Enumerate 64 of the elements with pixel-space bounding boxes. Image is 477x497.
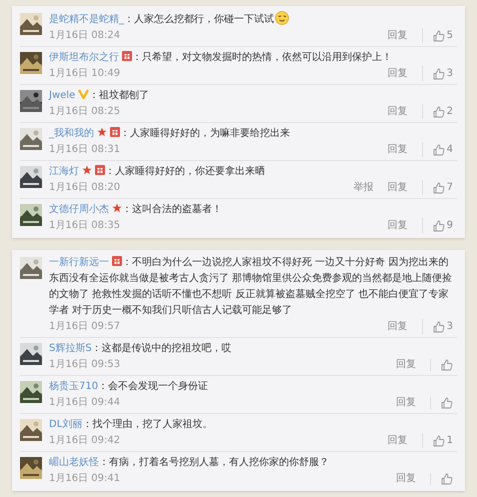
like-button[interactable]: [430, 396, 453, 408]
like-button[interactable]: [430, 472, 453, 484]
comment-text: DL刘丽：找个理由，挖了人家祖坟。: [49, 418, 214, 432]
comment-time: 1月16日 08:35: [49, 219, 120, 233]
like-button[interactable]: 4: [422, 142, 453, 157]
action-link[interactable]: 回复: [396, 395, 416, 410]
action-link[interactable]: 举报: [354, 180, 374, 195]
action-link[interactable]: 回复: [388, 142, 408, 157]
comment-text: 伊斯坦布尔之行 ：只希望，对文物发掘时的热情，依然可以沿用到保护上！: [49, 50, 393, 65]
thumbs-up-icon: [432, 144, 445, 156]
comment-time: 1月16日 09:57: [49, 320, 120, 334]
comment-time: 1月16日 09:42: [49, 434, 120, 448]
comment-time: 1月16日 10:49: [49, 67, 120, 81]
comment-text: Jwele ：祖坟都刨了: [49, 88, 150, 103]
thumbs-up-icon: [432, 320, 445, 332]
thumbs-up-icon: [432, 30, 445, 42]
gift-icon: [112, 256, 122, 266]
comment-text: S辉拉斯S：这都是传说中的挖祖坟吧，哎: [49, 342, 233, 356]
comment-time: 1月16日 09:53: [49, 358, 120, 372]
comment-time: 1月16日 08:24: [49, 29, 120, 43]
action-link[interactable]: 回复: [396, 357, 416, 372]
like-button[interactable]: 5: [422, 28, 453, 43]
comment-text: 江海灯 ：人家睡得好好的，你还要拿出来晒: [49, 164, 266, 179]
thumbs-up-icon: [441, 472, 453, 484]
star-icon: [112, 203, 122, 213]
like-button[interactable]: 2: [422, 104, 453, 119]
thumbs-up-icon: [432, 182, 445, 194]
comment-time: 1月16日 08:31: [49, 143, 120, 157]
like-button[interactable]: 3: [422, 66, 453, 81]
like-button[interactable]: 9: [422, 218, 453, 233]
like-button[interactable]: 1: [422, 433, 453, 448]
action-link[interactable]: 回复: [388, 433, 408, 448]
comment-time: 1月16日 08:20: [49, 181, 120, 195]
action-link[interactable]: 回复: [388, 28, 408, 43]
thumbs-up-icon: [432, 434, 445, 446]
thumbs-up-icon: [441, 358, 453, 370]
comment-text: _我和我的 ：人家睡得好好的，为嘛非要给挖出来: [49, 126, 291, 141]
action-link[interactable]: 回复: [388, 180, 408, 195]
action-link[interactable]: 回复: [388, 104, 408, 119]
comment-text: 是蛇精不是蛇精_：人家怎么挖都行，你碰一下试试: [49, 11, 457, 28]
comment-text: 一新行新远一 ：不明白为什么一边说挖人家祖坟不得好死 一边又十分好奇 因为挖出来的东西没有全运你就当做是被考古人贪污了 那博物馆里供公众免费参观的当然都是地上随便捡的文物了 抢救性发掘的话听不懂也不想听 反正就算被盗墓贼全挖空了 也不能白便宜了专家学者 对于历史一概不知我们只听信古人记载可能足够了: [49, 255, 454, 318]
verified-icon: [78, 89, 90, 99]
gift-icon: [95, 165, 105, 175]
star-icon: [97, 127, 107, 137]
thumbs-up-icon: [432, 220, 445, 232]
gift-icon: [110, 127, 120, 137]
comment-text: 杨贵玉710：会不会发现一个身份证: [49, 380, 210, 394]
comment-time: 1月16日 08:25: [49, 105, 120, 119]
action-link[interactable]: 回复: [388, 66, 408, 81]
comment-time: 1月16日 09:44: [49, 396, 120, 410]
thumbs-up-icon: [441, 396, 453, 408]
comment-time: 1月16日 09:41: [49, 472, 120, 486]
action-link[interactable]: 回复: [388, 319, 408, 334]
star-icon: [82, 165, 92, 175]
like-button[interactable]: [430, 358, 453, 370]
comment-text: 文德仔周小杰 ：这叫合法的盗墓者！: [49, 202, 223, 217]
comment-text: 嵋山老妖怪：有病，打着名号挖别人墓，有人挖你家的你舒服？: [49, 456, 330, 470]
like-button[interactable]: 3: [422, 319, 453, 334]
gift-icon: [122, 51, 132, 61]
thumbs-up-icon: [432, 106, 445, 118]
thumbs-up-icon: [432, 68, 445, 80]
like-button[interactable]: 7: [422, 180, 453, 195]
action-link[interactable]: 回复: [388, 218, 408, 233]
action-link[interactable]: 回复: [396, 471, 416, 486]
